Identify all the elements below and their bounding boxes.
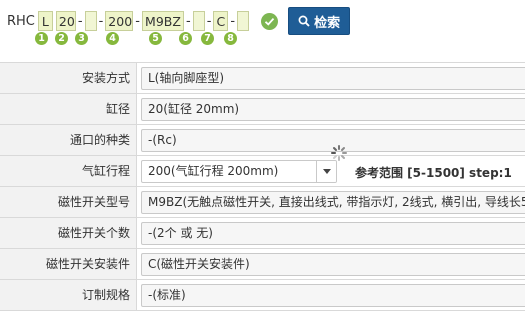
bore-select[interactable]: 20(缸径 20mm)	[141, 98, 525, 121]
segment-number-7: 7	[201, 32, 214, 45]
mounting-select[interactable]: L(轴向脚座型)	[141, 67, 525, 90]
param-label: 气缸行程	[0, 156, 137, 186]
code-segment-6[interactable]	[192, 11, 205, 31]
select-value: 20(缸径 20mm)	[148, 102, 240, 116]
param-value-cell: M9BZ(无触点磁性开关, 直接出线式, 带指示灯, 2线式, 横引出, 导线长…	[137, 187, 525, 217]
separator: -	[186, 13, 191, 29]
search-icon	[298, 15, 310, 27]
param-row-port: 通口的种类 -(Rc)	[0, 125, 525, 156]
segment-number-5: 5	[149, 32, 162, 45]
search-button-label: 检索	[314, 15, 341, 31]
param-row-switch-count: 磁性开关个数 -(2个 或 无)	[0, 218, 525, 249]
param-value-cell: 20(缸径 20mm)	[137, 94, 525, 124]
segment-number-8: 8	[224, 32, 237, 45]
segment-number-2: 2	[55, 32, 68, 45]
select-value: -(Rc)	[148, 133, 177, 147]
check-icon	[261, 12, 279, 30]
segment-number-6: 6	[179, 32, 192, 45]
code-segment-4[interactable]: 200	[105, 11, 134, 31]
param-row-custom: 订制规格 -(标准)	[0, 280, 525, 311]
switch-count-select[interactable]: -(2个 或 无)	[141, 222, 525, 245]
param-value-cell: 200(气缸行程 200mm) 参考范围 [5-1500] step:1	[137, 145, 525, 186]
stroke-range-hint: 参考范围 [5-1500] step:1	[355, 166, 512, 180]
caret-down-icon	[322, 169, 331, 174]
separator: -	[206, 13, 212, 29]
loading-spinner-icon	[331, 145, 347, 161]
select-value: 200(气缸行程 200mm)	[148, 164, 279, 178]
separator: -	[98, 13, 104, 29]
separator: -	[135, 13, 140, 29]
select-value: L(轴向脚座型)	[148, 71, 225, 85]
param-value-cell: C(磁性开关安装件)	[137, 249, 525, 279]
param-row-stroke: 气缸行程 200(气缸行程 200mm) 参考范围 [5-1500] step:…	[0, 145, 525, 187]
switch-model-select[interactable]: M9BZ(无触点磁性开关, 直接出线式, 带指示灯, 2线式, 横引出, 导线长…	[141, 191, 525, 214]
param-row-switch-bracket: 磁性开关安装件 C(磁性开关安装件)	[0, 249, 525, 280]
model-code-builder: RHC L 20 - - 200 - M9BZ - - C - 检索 1 2 3…	[0, 0, 525, 56]
search-button[interactable]: 检索	[288, 7, 351, 35]
param-value-cell: L(轴向脚座型)	[137, 63, 525, 93]
dropdown-arrow[interactable]	[316, 161, 336, 182]
param-row-switch-model: 磁性开关型号 M9BZ(无触点磁性开关, 直接出线式, 带指示灯, 2线式, 横…	[0, 187, 525, 218]
param-value-cell: -(标准)	[137, 280, 525, 310]
code-segment-1[interactable]: L	[37, 11, 53, 31]
stroke-select[interactable]: 200(气缸行程 200mm)	[141, 160, 337, 183]
param-label: 缸径	[0, 94, 137, 124]
param-label: 安装方式	[0, 63, 137, 93]
separator: -	[230, 13, 236, 29]
code-segment-8[interactable]	[237, 11, 250, 31]
param-label: 磁性开关安装件	[0, 249, 137, 279]
select-value: M9BZ(无触点磁性开关, 直接出线式, 带指示灯, 2线式, 横引出, 导线长…	[148, 195, 525, 209]
segment-number-3: 3	[75, 32, 88, 45]
segment-number-1: 1	[35, 32, 48, 45]
model-prefix: RHC	[7, 13, 35, 29]
parameter-table: 安装方式 L(轴向脚座型) 缸径 20(缸径 20mm) 通口的种类 -(Rc)…	[0, 62, 525, 311]
code-segment-5[interactable]: M9BZ	[142, 11, 184, 31]
switch-bracket-select[interactable]: C(磁性开关安装件)	[141, 253, 525, 276]
code-segment-2[interactable]: 20	[55, 11, 76, 31]
segment-number-4: 4	[106, 32, 119, 45]
model-code-row: RHC L 20 - - 200 - M9BZ - - C - 检索	[7, 7, 351, 35]
code-segment-7[interactable]: C	[213, 11, 229, 31]
param-label: 磁性开关个数	[0, 218, 137, 248]
param-row-mounting: 安装方式 L(轴向脚座型)	[0, 63, 525, 94]
select-value: -(标准)	[148, 288, 186, 302]
separator: -	[77, 13, 83, 29]
select-value: -(2个 或 无)	[148, 226, 213, 240]
select-value: C(磁性开关安装件)	[148, 257, 250, 271]
custom-spec-select[interactable]: -(标准)	[141, 284, 525, 307]
param-label: 磁性开关型号	[0, 187, 137, 217]
param-label: 通口的种类	[0, 125, 137, 155]
code-segment-3[interactable]	[84, 11, 97, 31]
param-label: 订制规格	[0, 280, 137, 310]
param-value-cell: -(2个 或 无)	[137, 218, 525, 248]
param-row-bore: 缸径 20(缸径 20mm)	[0, 94, 525, 125]
